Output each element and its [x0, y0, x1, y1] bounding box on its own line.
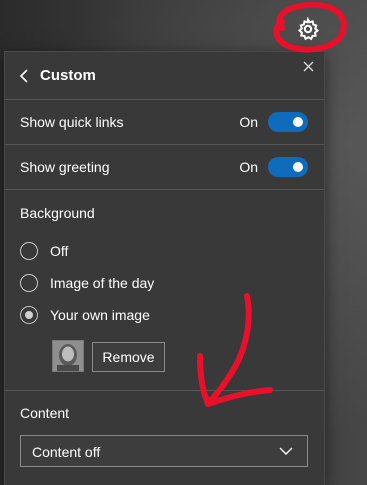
background-option-own-image[interactable]: Your own image [20, 304, 150, 326]
chevron-down-icon [279, 447, 293, 455]
section-divider [5, 390, 324, 391]
greeting-switch[interactable] [268, 157, 308, 177]
background-section-title: Background [20, 205, 95, 221]
background-option-label: Your own image [50, 307, 150, 323]
quick-links-label: Show quick links [20, 114, 124, 130]
chevron-left-icon [19, 69, 28, 83]
background-option-label: Off [50, 243, 69, 259]
greeting-label: Show greeting [20, 159, 110, 175]
remove-image-button[interactable]: Remove [92, 342, 165, 372]
greeting-toggle[interactable]: On [239, 156, 308, 178]
quick-links-state: On [239, 114, 258, 130]
close-icon [303, 61, 313, 71]
image-thumbnail-icon [53, 341, 83, 371]
background-option-off[interactable]: Off [20, 240, 68, 262]
own-image-thumbnail [52, 340, 84, 372]
content-dropdown[interactable]: Content off [20, 435, 308, 467]
customize-panel: Custom Show quick links On Show greeting… [4, 51, 325, 485]
radio-button-selected[interactable] [20, 306, 38, 324]
greeting-state: On [239, 159, 258, 175]
gear-icon [297, 17, 320, 41]
greeting-row: Show greeting On [5, 145, 324, 190]
radio-button[interactable] [20, 274, 38, 292]
quick-links-row: Show quick links On [5, 100, 324, 145]
content-dropdown-value: Content off [32, 444, 101, 460]
background-option-image-of-the-day[interactable]: Image of the day [20, 272, 154, 294]
panel-header: Custom [5, 52, 324, 100]
close-button[interactable] [301, 59, 315, 73]
panel-title: Custom [40, 67, 96, 84]
background-option-label: Image of the day [50, 275, 155, 291]
quick-links-switch[interactable] [268, 112, 308, 132]
radio-button[interactable] [20, 242, 38, 260]
settings-gear-icon[interactable] [293, 14, 323, 44]
back-button[interactable] [15, 66, 33, 86]
content-section-title: Content [20, 405, 70, 421]
radio-dot [25, 311, 33, 319]
quick-links-toggle[interactable]: On [239, 111, 308, 133]
toggle-knob [293, 162, 303, 172]
toggle-knob [293, 117, 303, 127]
